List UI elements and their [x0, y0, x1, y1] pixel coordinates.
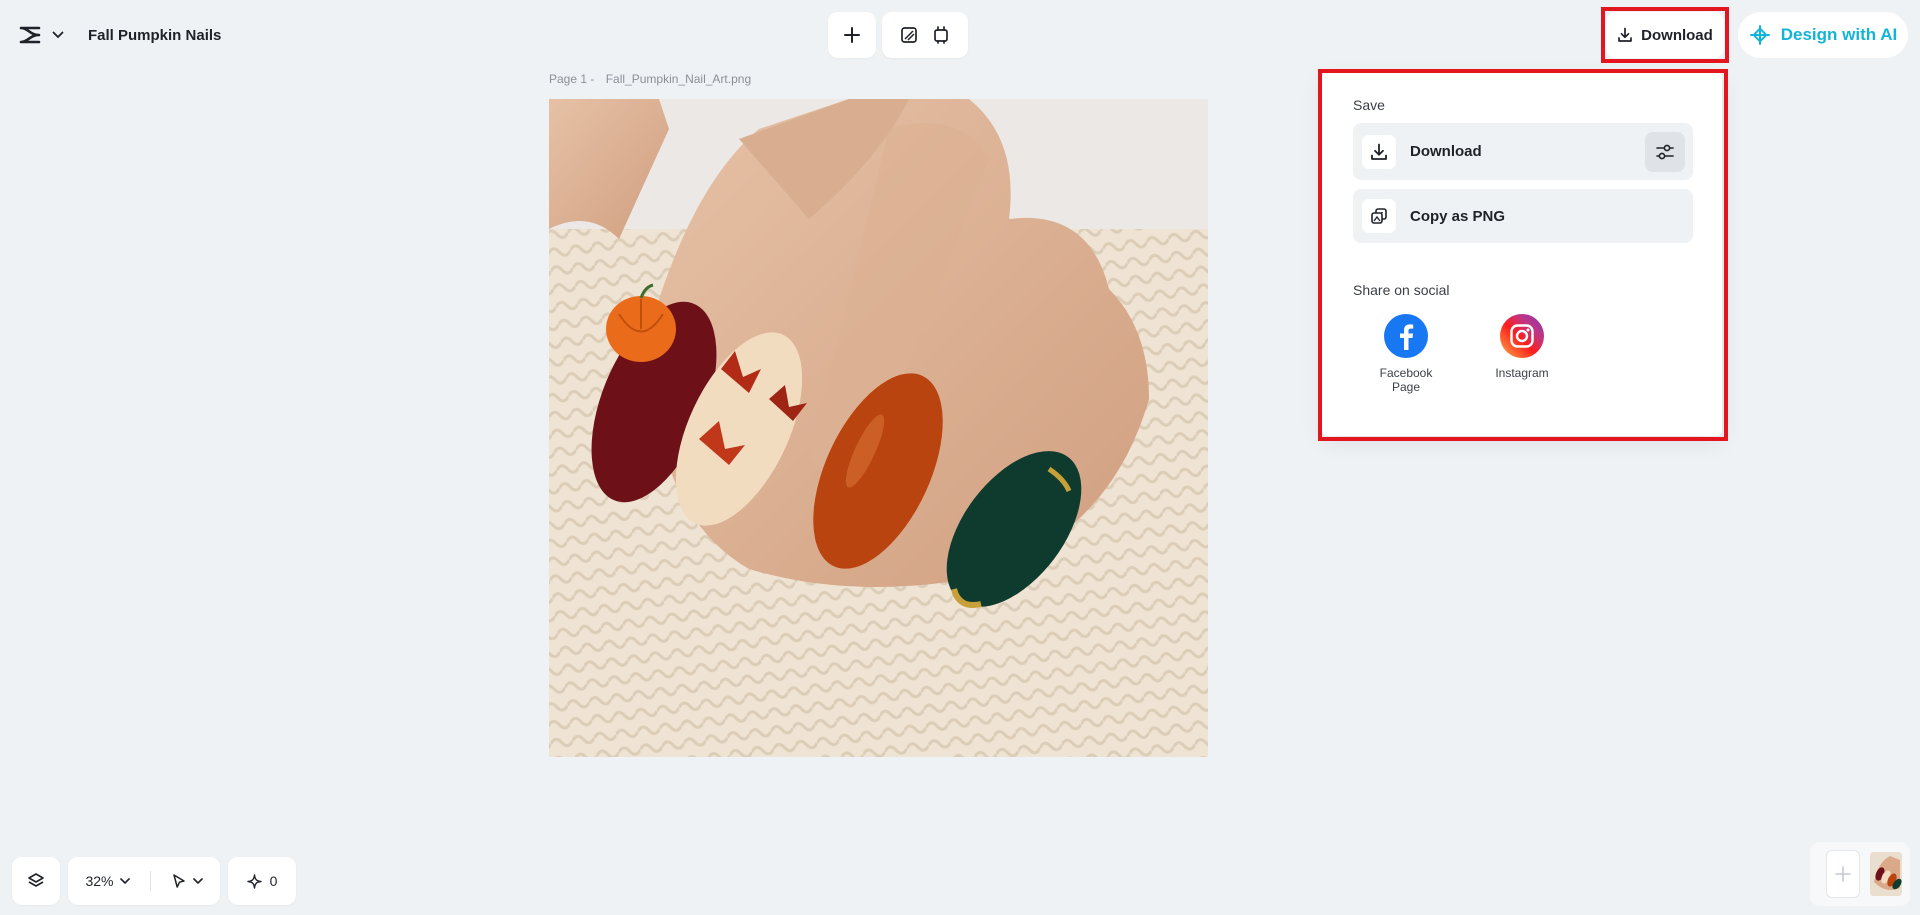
pointer-tool-icon[interactable] [171, 873, 187, 889]
facebook-page-label: Facebook Page [1379, 366, 1433, 394]
share-section-title: Share on social [1353, 282, 1450, 298]
zoom-and-pointer-group: 32% [68, 857, 220, 905]
layers-button[interactable] [12, 857, 60, 905]
copy-option-icon-box [1362, 199, 1396, 233]
canvas-image[interactable] [549, 99, 1208, 757]
edit-tools-group [882, 12, 968, 58]
page-thumbnail[interactable] [1870, 852, 1902, 896]
download-icon [1371, 143, 1387, 160]
download-option-label: Download [1410, 143, 1482, 160]
layers-icon [28, 873, 44, 887]
center-toolbar [828, 12, 968, 58]
sparkle-icon [246, 873, 262, 889]
chevron-down-icon[interactable] [192, 877, 203, 885]
download-settings-button[interactable] [1645, 132, 1685, 172]
copy-as-png-label: Copy as PNG [1410, 207, 1506, 225]
divider [149, 871, 151, 891]
facebook-icon [1384, 314, 1428, 358]
page-number-label: Page 1 - [549, 72, 595, 86]
plus-icon [844, 27, 860, 43]
copy-as-png-option[interactable]: Copy as PNG [1353, 189, 1693, 243]
download-option-icon-box [1362, 134, 1396, 169]
chevron-down-icon[interactable] [119, 877, 130, 885]
download-option[interactable]: Download [1353, 123, 1693, 180]
download-icon [1618, 27, 1633, 42]
download-button[interactable]: Download [1606, 12, 1724, 58]
project-title[interactable]: Fall Pumpkin Nails [82, 20, 228, 50]
ai-credits-button[interactable]: 0 [228, 857, 296, 905]
copy-image-icon [1371, 208, 1387, 224]
pages-panel [1810, 842, 1910, 906]
zoom-level[interactable]: 32% [85, 873, 113, 889]
share-facebook-page[interactable]: Facebook Page [1366, 314, 1446, 394]
add-page-button[interactable] [1826, 850, 1860, 898]
download-panel: Save Download Copy as PNG Share on socia… [1322, 72, 1722, 436]
plus-icon [1835, 866, 1851, 882]
ai-credits-count: 0 [269, 873, 278, 889]
add-button[interactable] [828, 12, 876, 58]
top-left-group: Fall Pumpkin Nails [12, 16, 228, 54]
save-section-title: Save [1353, 97, 1385, 113]
download-button-label: Download [1641, 26, 1713, 44]
app-logo-icon [19, 26, 41, 44]
chevron-down-icon [52, 31, 64, 39]
design-with-ai-label: Design with AI [1780, 25, 1898, 44]
nail-art-illustration [549, 99, 1208, 757]
ai-sparkle-icon [1749, 25, 1770, 45]
remove-background-icon[interactable] [900, 26, 918, 44]
page-label: Page 1 - Fall_Pumpkin_Nail_Art.png [549, 72, 751, 86]
resize-icon[interactable] [932, 26, 950, 44]
file-name-label[interactable]: Fall_Pumpkin_Nail_Art.png [606, 72, 751, 86]
instagram-icon [1500, 314, 1544, 358]
instagram-label: Instagram [1495, 366, 1549, 380]
app-menu-button[interactable] [12, 16, 70, 54]
sliders-icon [1656, 144, 1674, 160]
share-instagram[interactable]: Instagram [1482, 314, 1562, 380]
design-with-ai-button[interactable]: Design with AI [1738, 12, 1908, 58]
